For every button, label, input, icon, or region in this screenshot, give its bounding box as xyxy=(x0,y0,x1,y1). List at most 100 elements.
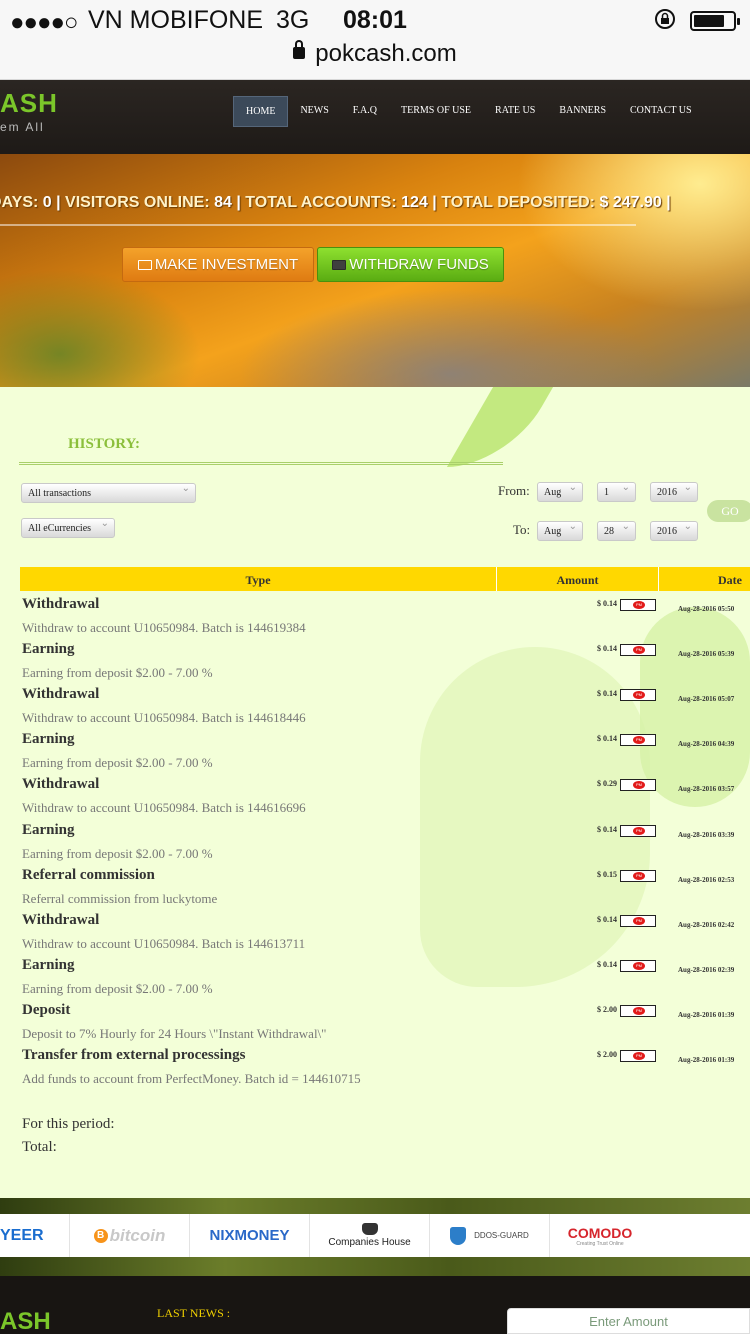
nav-news[interactable]: NEWS xyxy=(288,96,340,127)
pm-badge: PM xyxy=(633,826,645,835)
nav-faq[interactable]: F.A.Q xyxy=(341,96,389,127)
table-row: Earning Earning from deposit $2.00 - 7.00… xyxy=(0,822,750,867)
main-nav: HOME NEWS F.A.Q TERMS OF USE RATE US BAN… xyxy=(233,96,704,127)
column-amount: Amount xyxy=(497,567,659,591)
transaction-description: Withdraw to account U10650984. Batch is … xyxy=(22,800,306,816)
bitcoin-logo: Bbitcoin xyxy=(70,1214,190,1257)
comodo-text: COMODO xyxy=(567,1224,633,1241)
pm-badge: PM xyxy=(633,691,645,700)
to-month-select[interactable]: Aug xyxy=(537,521,583,541)
history-title: HISTORY: xyxy=(68,436,141,452)
transaction-amount: $ 0.14 xyxy=(597,959,617,969)
companies-house-logo: Companies House xyxy=(310,1214,430,1257)
shield-icon xyxy=(450,1226,467,1245)
perfectmoney-icon: PM xyxy=(620,779,656,792)
site-logo[interactable]: ASH xyxy=(0,88,58,119)
site-stats: DAYS: 0 | VISITORS ONLINE: 84 | TOTAL AC… xyxy=(0,194,740,212)
transaction-amount: $ 0.14 xyxy=(597,734,617,744)
comodo-tagline: Creating Trust Online xyxy=(576,1240,624,1247)
pm-badge: PM xyxy=(633,1052,645,1060)
transaction-type: Referral commission xyxy=(22,866,155,883)
nav-home[interactable]: HOME xyxy=(233,96,289,127)
perfectmoney-icon: PM xyxy=(620,824,656,837)
bitcoin-icon: B xyxy=(93,1228,108,1243)
perfectmoney-icon: PM xyxy=(620,599,656,611)
perfectmoney-icon: PM xyxy=(620,1050,656,1062)
nixmoney-logo: NIXMONEY xyxy=(190,1214,310,1257)
background-leaf xyxy=(446,387,554,467)
to-day-select[interactable]: 28 xyxy=(597,521,636,541)
table-row: Withdrawal Withdraw to account U10650984.… xyxy=(0,776,750,821)
site-footer: ASH LAST NEWS : Enter Amount xyxy=(0,1276,750,1334)
transaction-type-select[interactable]: All transactions xyxy=(21,483,196,503)
rotation-lock-icon xyxy=(654,8,676,35)
transaction-date: Aug-28-2016 01:39 xyxy=(678,1010,735,1019)
pm-badge: PM xyxy=(633,736,645,745)
comodo-logo: COMODO Creating Trust Online xyxy=(550,1214,650,1257)
transaction-amount: $ 2.00 xyxy=(597,1050,617,1059)
payeer-logo: YEER xyxy=(0,1214,70,1257)
stat-deposited-label: TOTAL DEPOSITED: xyxy=(441,194,596,211)
transaction-date: Aug-28-2016 05:39 xyxy=(678,650,735,659)
transaction-description: Earning from deposit $2.00 - 7.00 % xyxy=(22,845,213,861)
transaction-date: Aug-28-2016 04:39 xyxy=(678,740,735,749)
transaction-type: Earning xyxy=(22,731,75,748)
lock-icon xyxy=(293,40,306,59)
transaction-date: Aug-28-2016 05:07 xyxy=(678,695,735,704)
withdraw-funds-button[interactable]: WITHDRAW FUNDS xyxy=(317,247,504,282)
crest-icon xyxy=(361,1223,378,1235)
network-type: 3G xyxy=(276,6,310,34)
stat-accounts-label: TOTAL ACCOUNTS: xyxy=(245,194,397,211)
make-investment-button[interactable]: MAKE INVESTMENT xyxy=(122,247,314,282)
signal-strength: ●●●●○ xyxy=(10,9,78,36)
from-label: From: xyxy=(498,483,530,498)
transaction-amount: $ 0.14 xyxy=(597,644,617,654)
transaction-amount: $ 0.14 xyxy=(597,689,617,699)
table-row: Transfer from external processings Add fu… xyxy=(0,1047,750,1092)
transaction-amount: $ 0.15 xyxy=(597,869,617,879)
pm-badge: PM xyxy=(633,916,645,925)
address-bar[interactable]: pokcash.com xyxy=(0,40,750,68)
transaction-description: Earning from deposit $2.00 - 7.00 % xyxy=(22,980,213,996)
pm-badge: PM xyxy=(633,646,645,655)
perfectmoney-icon: PM xyxy=(620,959,656,972)
ddos-guard-text: DDOS-GUARD xyxy=(474,1231,529,1240)
transaction-date: Aug-28-2016 02:39 xyxy=(678,965,735,974)
transaction-type: Withdrawal xyxy=(22,686,100,703)
table-row: Referral commission Referral commission f… xyxy=(0,867,750,912)
withdraw-funds-label: WITHDRAW FUNDS xyxy=(349,256,489,273)
perfectmoney-icon: PM xyxy=(620,734,656,747)
transaction-amount: $ 0.14 xyxy=(597,824,617,834)
transaction-description: Add funds to account from PerfectMoney. … xyxy=(22,1071,361,1086)
transaction-description: Withdraw to account U10650984. Batch is … xyxy=(22,710,306,726)
nav-terms[interactable]: TERMS OF USE xyxy=(389,96,483,127)
to-year-select[interactable]: 2016 xyxy=(650,521,698,541)
transaction-description: Earning from deposit $2.00 - 7.00 % xyxy=(22,665,213,681)
nav-rate-us[interactable]: RATE US xyxy=(483,96,547,127)
transaction-type: Withdrawal xyxy=(22,596,100,612)
from-day-select[interactable]: 1 xyxy=(597,482,636,502)
table-row: Withdrawal Withdraw to account U10650984.… xyxy=(0,686,750,731)
transaction-type: Earning xyxy=(22,956,75,973)
stat-days-value: 0 xyxy=(42,194,52,211)
history-section: HISTORY: All transactions All eCurrencie… xyxy=(0,387,750,1198)
go-button[interactable]: GO xyxy=(707,500,750,522)
transaction-date: Aug-28-2016 02:53 xyxy=(678,875,735,884)
nav-banners[interactable]: BANNERS xyxy=(547,96,618,127)
from-year-select[interactable]: 2016 xyxy=(650,482,698,502)
from-month-select[interactable]: Aug xyxy=(537,482,583,502)
bitcoin-text: bitcoin xyxy=(109,1225,166,1245)
hero-banner: DAYS: 0 | VISITORS ONLINE: 84 | TOTAL AC… xyxy=(0,154,750,387)
nav-contact[interactable]: CONTACT US xyxy=(618,96,704,127)
table-row: Withdrawal Withdraw to account U10650984.… xyxy=(0,596,750,641)
history-table-header: Type Amount Date xyxy=(20,567,750,591)
currency-select[interactable]: All eCurrencies xyxy=(21,518,115,538)
table-row: Earning Earning from deposit $2.00 - 7.00… xyxy=(0,641,750,686)
camera-icon xyxy=(137,259,152,270)
stats-divider xyxy=(0,224,636,226)
amount-input[interactable]: Enter Amount xyxy=(507,1308,750,1334)
pm-badge: PM xyxy=(633,871,645,880)
transaction-amount: $ 0.14 xyxy=(597,914,617,924)
partner-logos: YEER Bbitcoin NIXMONEY Companies House D… xyxy=(0,1214,750,1257)
transaction-date: Aug-28-2016 01:39 xyxy=(678,1056,735,1064)
